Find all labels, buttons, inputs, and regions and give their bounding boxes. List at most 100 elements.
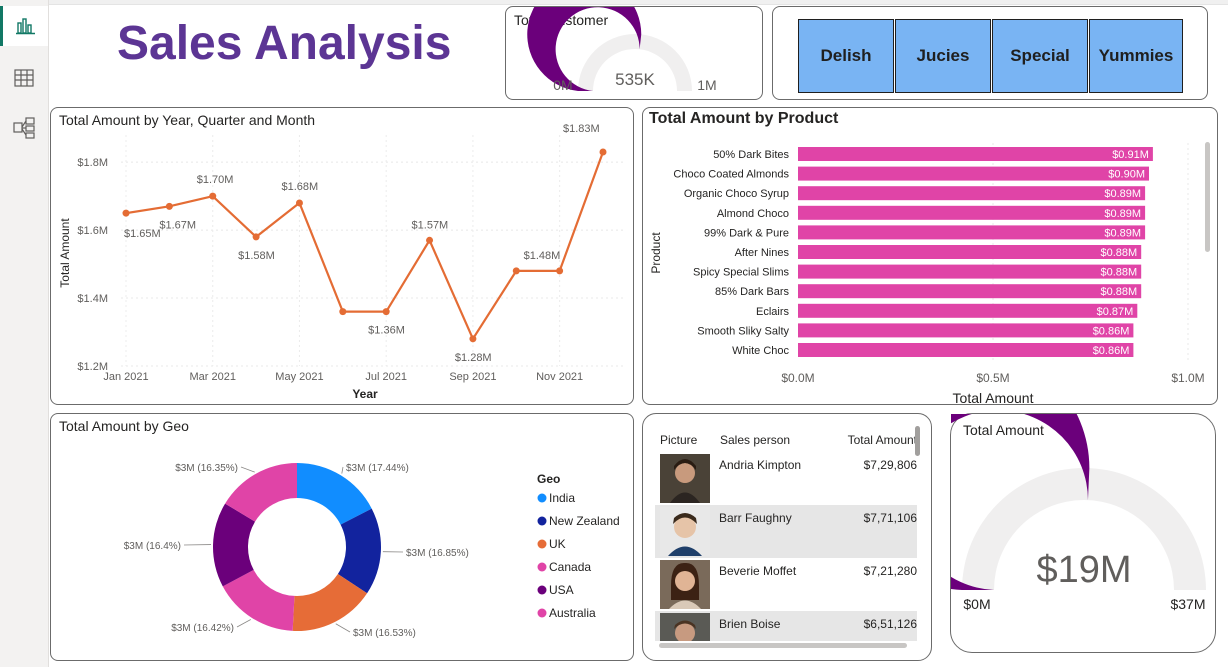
gauge-max: 1M	[697, 77, 716, 93]
data-label: $0.86M	[1093, 325, 1130, 337]
bar	[798, 205, 1146, 220]
legend-item: UK	[549, 537, 566, 551]
bar	[798, 225, 1146, 240]
x-tick-label: Mar 2021	[189, 371, 235, 383]
x-tick-label: $1.0M	[1171, 371, 1204, 385]
y-axis-label: Product	[649, 232, 663, 274]
data-label: $3M (16.35%)	[175, 463, 238, 474]
column-header-total-amount[interactable]: Total Amount	[848, 433, 917, 447]
category-label: 99% Dark & Pure	[704, 227, 789, 239]
slicer-item-jucies[interactable]: Jucies	[895, 19, 991, 93]
total-amount-gauge: $19M $0M $37M	[951, 414, 1206, 612]
slicer-item-delish[interactable]: Delish	[798, 19, 894, 93]
category-label: Organic Choco Syrup	[684, 188, 789, 200]
bar	[798, 166, 1149, 181]
bar-chart-scrollbar[interactable]	[1205, 142, 1210, 252]
legend-marker	[537, 516, 547, 526]
data-point	[295, 199, 303, 207]
line-chart-card[interactable]: Total Amount by Year, Quarter and Month …	[50, 107, 634, 405]
table-header: Picture Sales person Total Amount	[655, 422, 917, 452]
table-row[interactable]: Barr Faughny $7,71,106	[655, 505, 917, 558]
leader-line	[341, 466, 344, 474]
category-label: White Choc	[732, 345, 789, 357]
sales-person-name: Brien Boise	[719, 617, 781, 631]
data-label: $3M (16.53%)	[353, 628, 416, 639]
total-customer-card[interactable]: Total Customer 535K 0M 1M	[505, 6, 763, 100]
total-amount-card[interactable]: Total Amount $19M $0M $37M	[950, 413, 1216, 653]
bar	[798, 147, 1153, 161]
bar	[798, 303, 1138, 318]
legend-marker	[537, 608, 547, 618]
table-vertical-scrollbar[interactable]	[915, 426, 920, 456]
x-tick-label: $0.5M	[976, 371, 1009, 385]
legend-title: Geo	[537, 472, 560, 486]
avatar	[660, 613, 710, 641]
data-point	[339, 308, 347, 316]
slicer-item-special[interactable]: Special	[992, 19, 1088, 93]
data-label: $1.48M	[524, 250, 561, 262]
data-view-icon[interactable]	[0, 58, 48, 98]
leader-line	[236, 619, 251, 628]
gauge-min: $0M	[963, 596, 990, 612]
gauge-min: 0M	[553, 77, 572, 93]
total-customer-gauge: 535K 0M 1M	[527, 7, 717, 93]
bar	[798, 343, 1134, 357]
data-point	[382, 308, 390, 316]
data-label: $1.36M	[368, 325, 405, 337]
sales-person-table-card[interactable]: Picture Sales person Total Amount Andria…	[642, 413, 932, 661]
x-tick-label: Jul 2021	[365, 371, 407, 383]
sales-person-table: Picture Sales person Total Amount Andria…	[655, 422, 917, 641]
report-view-icon[interactable]	[0, 6, 48, 46]
data-label: $3M (16.4%)	[124, 541, 181, 552]
category-label: 50% Dark Bites	[713, 149, 789, 161]
data-label: $0.89M	[1104, 188, 1141, 200]
gauge-max: $37M	[1170, 596, 1205, 612]
avatar	[660, 454, 710, 503]
legend-item: India	[549, 491, 575, 505]
data-label: $1.67M	[159, 219, 196, 231]
sales-amount: $7,21,280	[863, 564, 917, 578]
x-tick-label: $0.0M	[781, 371, 814, 385]
leader-line	[335, 623, 351, 633]
bar-chart-card[interactable]: Total Amount by Product 50% Dark Bites $0…	[642, 107, 1218, 406]
y-axis-label: Total Amount	[58, 218, 72, 288]
x-axis-label: Total Amount	[953, 390, 1034, 406]
table-row[interactable]: Brien Boise $6,51,126	[655, 611, 917, 641]
category-label: Spicy Special Slims	[693, 267, 789, 279]
slicer-item-yummies[interactable]: Yummies	[1089, 19, 1183, 93]
data-point	[165, 202, 173, 210]
donut-chart-card[interactable]: Total Amount by Geo $3M (17.44%) $3M (16.…	[50, 413, 634, 661]
x-tick-label: Nov 2021	[536, 371, 583, 383]
sales-person-name: Barr Faughny	[719, 511, 792, 525]
gauge-value: 535K	[615, 70, 655, 89]
column-header-picture[interactable]: Picture	[660, 433, 697, 447]
table-row[interactable]: Andria Kimpton $7,29,806	[655, 452, 917, 505]
category-label: 85% Dark Bars	[715, 286, 789, 298]
sales-amount: $6,51,126	[863, 617, 917, 631]
table-row[interactable]: Beverie Moffet $7,21,280	[655, 558, 917, 611]
avatar	[660, 560, 710, 609]
data-point	[122, 209, 130, 217]
x-axis-label: Year	[352, 387, 378, 401]
y-tick-label: $1.8M	[77, 157, 108, 169]
data-label: $0.91M	[1112, 149, 1149, 161]
data-label: $1.58M	[238, 250, 275, 262]
column-header-sales-person[interactable]: Sales person	[720, 433, 790, 447]
x-tick-label: Jan 2021	[103, 371, 148, 383]
page-title: Sales Analysis	[117, 17, 452, 70]
model-view-icon[interactable]	[0, 108, 48, 148]
data-label: $0.88M	[1100, 286, 1137, 298]
legend-item: USA	[549, 583, 574, 597]
data-label: $1.57M	[412, 219, 449, 231]
table-horizontal-scrollbar[interactable]	[659, 643, 907, 648]
data-point	[556, 267, 564, 275]
x-tick-label: Sep 2021	[449, 371, 496, 383]
data-label: $0.88M	[1100, 267, 1137, 279]
category-label: Almond Choco	[717, 208, 789, 220]
sales-amount: $7,71,106	[863, 511, 917, 525]
line-chart: $1.2M$1.4M$1.6M$1.8MJan 2021 Mar 2021 May …	[58, 123, 626, 401]
category-label: Choco Coated Almonds	[673, 169, 789, 181]
legend-marker	[537, 539, 547, 549]
bar	[798, 284, 1142, 299]
view-switcher-rail	[0, 0, 49, 667]
